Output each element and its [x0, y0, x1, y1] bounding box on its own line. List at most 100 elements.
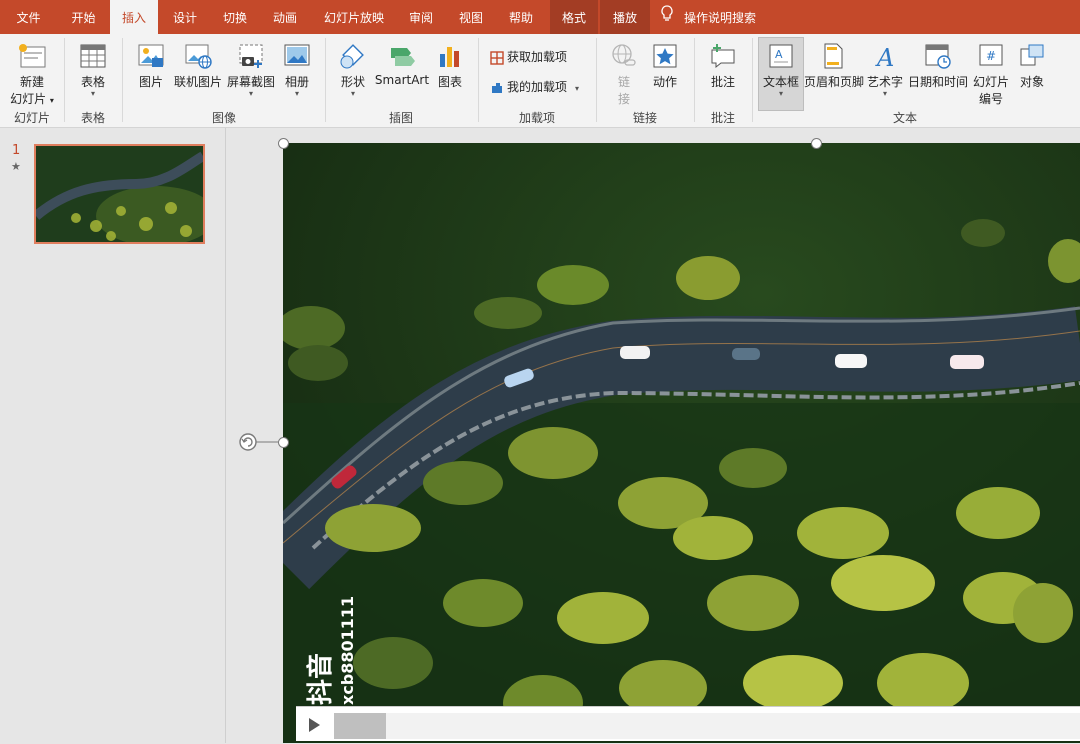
datetime-button[interactable]: 日期和时间 [908, 42, 968, 90]
new-slide-button[interactable]: 新建 幻灯片 ▾ [8, 42, 56, 107]
chart-label: 图表 [437, 75, 462, 89]
group-label-text: 文本 [892, 111, 917, 125]
shapes-icon [334, 42, 372, 70]
tab-playback[interactable]: 播放 [600, 0, 650, 34]
chevron-down-icon: ▾ [350, 89, 355, 98]
tab-view[interactable]: 视图 [447, 0, 495, 34]
link-label-1: 链 [617, 75, 630, 89]
comment-icon [704, 42, 742, 70]
link-button[interactable]: 链 接 [606, 42, 642, 107]
picture-label: 图片 [138, 75, 163, 89]
new-slide-label-2: 幻灯片 ▾ [10, 92, 54, 106]
tab-animations[interactable]: 动画 [260, 0, 310, 34]
header-footer-button[interactable]: 页眉和页脚 [804, 42, 865, 90]
textbox-button[interactable]: A 文本框 ▾ [758, 37, 804, 111]
svg-text:A: A [875, 44, 894, 70]
album-button[interactable]: 相册 ▾ [278, 42, 316, 98]
new-slide-icon [8, 42, 56, 70]
chevron-down-icon: ▾ [575, 84, 580, 93]
textbox-label: 文本框 [762, 75, 799, 89]
group-label-illustrations: 插图 [388, 111, 413, 125]
chevron-down-icon: ▾ [90, 89, 95, 98]
tab-format[interactable]: 格式 [550, 0, 598, 34]
svg-text:A: A [775, 48, 783, 61]
get-addins-label: 获取加载项 [507, 50, 568, 64]
tell-me-search[interactable]: 操作说明搜索 [660, 0, 770, 34]
wordart-label: 艺术字 [866, 75, 903, 89]
tab-home[interactable]: 开始 [57, 0, 110, 34]
action-button[interactable]: 动作 [646, 42, 684, 90]
my-addins-label: 我的加载项 [507, 80, 568, 94]
group-separator [478, 38, 479, 122]
datetime-icon [908, 42, 968, 70]
group-separator [325, 38, 326, 122]
lightbulb-icon [660, 1, 674, 37]
tab-insert[interactable]: 插入 [110, 0, 158, 34]
link-icon [606, 42, 642, 70]
watermark: 抖音 xcb8801111 [300, 580, 380, 705]
wordart-button[interactable]: A 艺术字 ▾ [864, 42, 906, 98]
chevron-down-icon: ▾ [882, 89, 887, 98]
group-separator [694, 38, 695, 122]
action-label: 动作 [652, 75, 677, 89]
group-label-slides: 幻灯片 [13, 111, 50, 125]
video-frame[interactable] [283, 143, 1080, 743]
get-addins-button[interactable]: 获取加载项 [490, 48, 567, 65]
online-picture-button[interactable]: 联机图片 [172, 42, 224, 90]
object-label: 对象 [1019, 75, 1044, 89]
picture-button[interactable]: 图片 [132, 42, 170, 90]
watermark-app-name: 抖音 [306, 652, 336, 705]
resize-handle[interactable] [811, 138, 822, 149]
slide-thumbnail[interactable] [34, 144, 205, 244]
table-label: 表格 [80, 75, 105, 89]
shapes-label: 形状 [340, 75, 365, 89]
comment-button[interactable]: 批注 [704, 42, 742, 90]
group-label-links: 链接 [632, 111, 657, 125]
slide-number-label-2: 编号 [978, 92, 1003, 106]
chevron-down-icon: ▾ [248, 89, 253, 98]
tab-review[interactable]: 审阅 [397, 0, 445, 34]
rotate-handle-icon[interactable] [237, 430, 283, 457]
group-separator [752, 38, 753, 122]
shapes-button[interactable]: 形状 ▾ [334, 42, 372, 98]
resize-handle[interactable] [278, 138, 289, 149]
object-icon [1014, 42, 1050, 70]
svg-text:#: # [986, 49, 996, 63]
my-addins-button[interactable]: 我的加载项 ▾ [490, 78, 579, 95]
link-label-2: 接 [617, 92, 630, 106]
new-slide-label-1: 新建 [19, 75, 44, 89]
album-icon [278, 42, 316, 70]
slide-number-button[interactable]: # 幻灯片 编号 [970, 42, 1012, 107]
ribbon-insert: 新建 幻灯片 ▾ 幻灯片 表格 ▾ 表格 图片 联机图片 屏幕截图 ▾ 相册 ▾… [0, 34, 1080, 128]
action-icon [646, 42, 684, 70]
screenshot-label: 屏幕截图 [226, 75, 275, 89]
group-separator [596, 38, 597, 122]
tab-design[interactable]: 设计 [160, 0, 210, 34]
header-footer-label: 页眉和页脚 [804, 75, 865, 89]
table-button[interactable]: 表格 ▾ [72, 42, 114, 98]
play-button[interactable] [296, 707, 332, 741]
tell-me-label: 操作说明搜索 [684, 11, 757, 25]
video-progress-fill [334, 713, 387, 739]
smartart-button[interactable]: SmartArt [374, 42, 430, 87]
chart-button[interactable]: 图表 [432, 42, 468, 90]
tab-transitions[interactable]: 切换 [210, 0, 260, 34]
online-picture-label: 联机图片 [173, 75, 222, 89]
object-button[interactable]: 对象 [1014, 42, 1050, 90]
play-icon [296, 718, 332, 744]
video-progress-bar[interactable] [334, 713, 1080, 739]
group-separator [64, 38, 65, 122]
ribbon-tab-bar: 文件 开始 插入 设计 切换 动画 幻灯片放映 审阅 视图 帮助 格式 播放 操… [0, 0, 1080, 34]
screenshot-button[interactable]: 屏幕截图 ▾ [226, 42, 276, 98]
chart-icon [432, 42, 468, 70]
slide-number: 1 [12, 143, 21, 158]
album-label: 相册 [284, 75, 309, 89]
tab-slideshow[interactable]: 幻灯片放映 [312, 0, 396, 34]
smartart-label: SmartArt [374, 73, 430, 87]
header-footer-icon [804, 42, 862, 70]
tab-help[interactable]: 帮助 [497, 0, 545, 34]
group-separator [122, 38, 123, 122]
my-addins-icon [490, 80, 507, 94]
textbox-icon: A [759, 42, 803, 70]
tab-file[interactable]: 文件 [0, 0, 57, 34]
